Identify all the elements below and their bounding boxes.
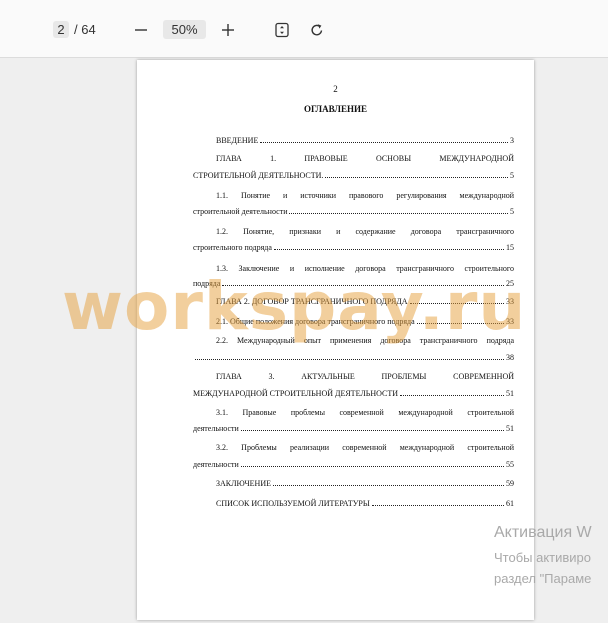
zoom-out-button[interactable]: [129, 18, 153, 42]
toc-entry-s31: деятельности 51: [193, 420, 514, 438]
toc-entry-page: 51: [506, 424, 514, 433]
toc-entry-s12: строительного подряда 15: [193, 239, 514, 257]
plus-icon: [222, 24, 234, 36]
toc-entry-page: 5: [510, 207, 514, 216]
toc-entry-conclusion: ЗАКЛЮЧЕНИЕ 59: [193, 475, 514, 493]
toc-entry-label: строительной деятельности: [193, 207, 288, 216]
activation-line1: Чтобы активиро: [494, 550, 592, 565]
toc-entry-page: 59: [506, 479, 514, 488]
toc-entry-label: деятельности: [193, 424, 239, 433]
zoom-in-button[interactable]: [216, 18, 240, 42]
toc-entry-page: 61: [506, 499, 514, 508]
fit-page-button[interactable]: [270, 18, 294, 42]
toc-entry-page: 3: [510, 136, 514, 145]
pdf-toolbar: 2 / 64 50%: [0, 0, 608, 58]
toc-title: ОГЛАВЛЕНИЕ: [304, 104, 367, 114]
toc-entry-s22: 38: [193, 349, 514, 367]
page-number-input[interactable]: 2: [53, 21, 69, 38]
toc-entry-page: 5: [510, 171, 514, 180]
page-number: 2: [333, 84, 338, 94]
toc-entry-page: 38: [506, 353, 514, 362]
watermark: workspay.ru: [62, 268, 527, 345]
toc-entry-page: 15: [506, 243, 514, 252]
toc-entry-s32: деятельности 55: [193, 456, 514, 474]
rotate-icon: [311, 24, 323, 36]
minus-icon: [135, 29, 147, 31]
toc-entry-ch3: МЕЖДУНАРОДНОЙ СТРОИТЕЛЬНОЙ ДЕЯТЕЛЬНОСТИ 5…: [193, 385, 514, 403]
toc-entry-label: строительного подряда: [193, 243, 272, 252]
toc-entry-ch3-line1: ГЛАВА 3. АКТУАЛЬНЫЕ ПРОБЛЕМЫ СОВРЕМЕННОЙ: [216, 372, 514, 381]
activation-title: Активация W: [494, 524, 592, 541]
toc-entry-s11: строительной деятельности 5: [193, 203, 514, 221]
toc-entry-page: 51: [506, 389, 514, 398]
page-total-label: / 64: [74, 22, 96, 37]
toc-entry-literature: СПИСОК ИСПОЛЬЗУЕМОЙ ЛИТЕРАТУРЫ 61: [193, 495, 514, 513]
toc-entry-label: СПИСОК ИСПОЛЬЗУЕМОЙ ЛИТЕРАТУРЫ: [216, 499, 370, 508]
toc-entry-label: деятельности: [193, 460, 239, 469]
toc-entry-page: 55: [506, 460, 514, 469]
toc-entry-label: МЕЖДУНАРОДНОЙ СТРОИТЕЛЬНОЙ ДЕЯТЕЛЬНОСТИ: [193, 389, 399, 398]
zoom-level[interactable]: 50%: [163, 20, 206, 39]
toc-entry-ch1: СТРОИТЕЛЬНОЙ ДЕЯТЕЛЬНОСТИ. 5: [193, 167, 514, 185]
rotate-button[interactable]: [305, 18, 329, 42]
toc-entry-label: ВВЕДЕНИЕ: [216, 136, 259, 145]
toc-entry-label: ЗАКЛЮЧЕНИЕ: [216, 479, 271, 488]
fit-page-icon: [275, 22, 289, 38]
toc-entry-intro: ВВЕДЕНИЕ 3: [193, 132, 514, 150]
toc-entry-ch1-line1: ГЛАВА 1. ПРАВОВЫЕ ОСНОВЫ МЕЖДУНАРОДНОЙ: [216, 154, 514, 163]
activation-line2: раздел "Параме: [494, 571, 592, 586]
toc-entry-s32-line1: 3.2. Проблемы реализации современной меж…: [216, 443, 514, 452]
toc-entry-label: СТРОИТЕЛЬНОЙ ДЕЯТЕЛЬНОСТИ.: [193, 171, 324, 180]
